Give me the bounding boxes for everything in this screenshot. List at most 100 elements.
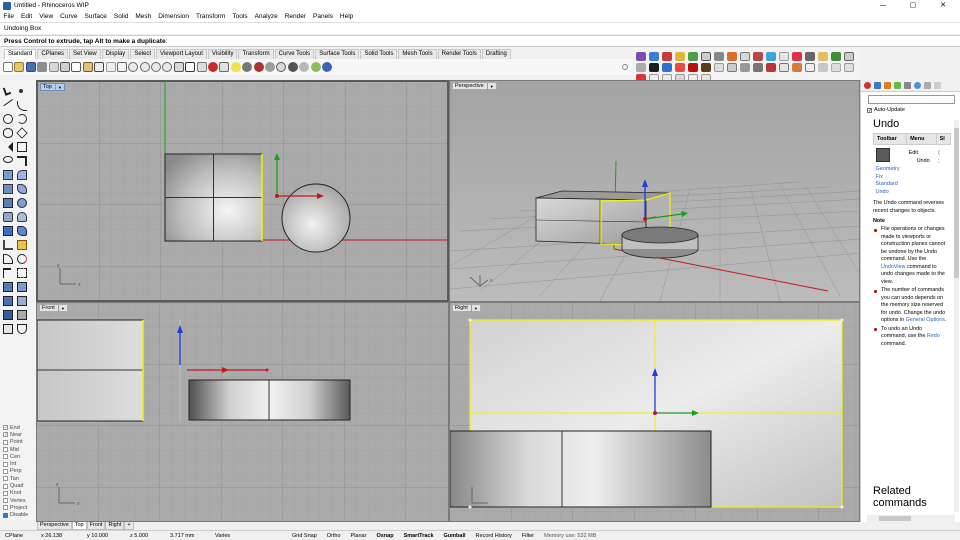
pan-icon[interactable] xyxy=(105,62,116,72)
boolean-icon[interactable] xyxy=(726,52,737,61)
close-button[interactable]: ✕ xyxy=(928,0,958,11)
menu-file[interactable]: File xyxy=(0,13,17,20)
chevron-down-icon[interactable]: ▼ xyxy=(57,304,65,312)
rotate-view-icon[interactable] xyxy=(173,62,184,72)
help-panel-icon[interactable] xyxy=(914,82,921,89)
cylinder-solid-icon[interactable] xyxy=(17,212,27,222)
rendered-sphere-icon[interactable] xyxy=(276,62,287,72)
zoom-icon[interactable] xyxy=(128,62,139,72)
status-planar[interactable]: Planar xyxy=(346,533,372,539)
sun-icon[interactable] xyxy=(791,52,802,61)
grasshopper-icon[interactable] xyxy=(830,52,841,61)
tab-mesh-tools[interactable]: Mesh Tools xyxy=(398,49,437,59)
right-viewport-canvas[interactable] xyxy=(450,303,860,522)
array-tool-icon[interactable] xyxy=(17,296,27,306)
tab-visibility[interactable]: Visibility xyxy=(207,49,238,59)
tab-drafting[interactable]: Drafting xyxy=(481,49,511,59)
group-tool-icon[interactable] xyxy=(3,296,13,306)
osnap-perp[interactable]: Perp xyxy=(0,468,36,475)
array-icon[interactable] xyxy=(700,52,711,61)
tab-render-tools[interactable]: Render Tools xyxy=(437,49,481,59)
link-geometry[interactable]: Geometry xyxy=(876,166,905,174)
sweep-surface-icon[interactable] xyxy=(17,184,27,194)
vptab-perspective[interactable]: Perspective xyxy=(37,522,72,530)
viewport-front[interactable]: x z Front ▼ xyxy=(36,302,449,522)
tab-display[interactable]: Display xyxy=(101,49,130,59)
front-viewport-canvas[interactable]: x z xyxy=(37,303,449,522)
select-arrow-icon[interactable] xyxy=(2,86,12,96)
scale-icon[interactable] xyxy=(17,310,27,320)
status-cplane[interactable]: CPlane xyxy=(0,533,36,539)
mirror-icon[interactable] xyxy=(3,310,13,320)
osnap-mid[interactable]: Mid xyxy=(0,446,36,453)
tab-transform[interactable]: Transform xyxy=(238,49,274,59)
section-icon[interactable] xyxy=(843,52,854,61)
tab-cplanes[interactable]: CPlanes xyxy=(37,49,69,59)
arc-icon[interactable] xyxy=(17,114,27,124)
render-preview-icon[interactable] xyxy=(765,52,776,61)
osnap-knot[interactable]: Knot xyxy=(0,490,36,497)
box-solid-icon[interactable] xyxy=(3,198,13,208)
link-general-options[interactable]: General Options xyxy=(906,317,945,323)
status-gumball[interactable]: Gumball xyxy=(439,533,471,539)
trim-tool-icon[interactable] xyxy=(3,268,11,278)
mesh-box-icon[interactable] xyxy=(3,212,13,222)
menu-transform[interactable]: Transform xyxy=(193,13,229,20)
vptab-top[interactable]: Top xyxy=(71,522,87,530)
menu-solid[interactable]: Solid xyxy=(110,13,131,20)
tab-viewport-layout[interactable]: Viewport Layout xyxy=(156,49,207,59)
materials-panel-icon[interactable] xyxy=(904,82,911,89)
chevron-down-icon[interactable]: ▼ xyxy=(54,83,62,91)
menu-mesh[interactable]: Mesh xyxy=(132,13,155,20)
open-icon[interactable] xyxy=(14,62,25,72)
boolean-union-icon[interactable] xyxy=(3,226,13,236)
help-vertical-scrollbar[interactable] xyxy=(954,120,959,512)
copy-icon[interactable] xyxy=(71,62,82,72)
menu-render[interactable]: Render xyxy=(281,13,309,20)
loft-surface-icon[interactable] xyxy=(17,170,27,180)
osnap-end[interactable]: ✓ End xyxy=(0,424,36,431)
boolean-difference-icon[interactable] xyxy=(17,226,27,236)
pipe-icon[interactable] xyxy=(700,63,711,72)
analyze-tool-icon[interactable] xyxy=(17,324,27,334)
help-horizontal-scrollbar[interactable] xyxy=(867,515,955,522)
link-standard[interactable]: Standard xyxy=(876,181,905,189)
blend-icon[interactable] xyxy=(817,63,828,72)
status-layer[interactable]: Varies xyxy=(210,533,287,539)
select-window-icon[interactable] xyxy=(116,62,127,72)
cube-icon[interactable] xyxy=(648,63,659,72)
osnap-icon[interactable] xyxy=(208,62,219,72)
rotate-icon[interactable] xyxy=(17,254,27,264)
environment-icon[interactable] xyxy=(310,62,321,72)
chevron-down-icon[interactable]: ▼ xyxy=(486,82,494,90)
explode-tool-icon[interactable] xyxy=(17,282,27,292)
osnap-vertex[interactable]: Vertex xyxy=(0,497,36,504)
scrollbar-thumb[interactable] xyxy=(879,516,911,521)
zoom-selected-icon[interactable] xyxy=(162,62,173,72)
save-icon[interactable] xyxy=(25,62,36,72)
match-icon[interactable] xyxy=(830,63,841,72)
viewport-title-right[interactable]: Right ▼ xyxy=(452,304,481,312)
box-icon[interactable] xyxy=(661,63,672,72)
cplane-icon[interactable] xyxy=(196,62,207,72)
circle-icon[interactable] xyxy=(3,114,13,124)
osnap-near[interactable]: ✓ Near xyxy=(0,431,36,438)
revolve-icon[interactable] xyxy=(765,63,776,72)
status-osnap[interactable]: Osnap xyxy=(371,533,398,539)
sphere-solid-icon[interactable] xyxy=(17,198,27,208)
curve-icon[interactable] xyxy=(17,101,27,111)
paste-icon[interactable] xyxy=(82,62,93,72)
layer-tool-icon[interactable] xyxy=(3,324,13,334)
status-ortho[interactable]: Ortho xyxy=(322,533,346,539)
link-undoview[interactable]: UndoView xyxy=(881,264,905,270)
material-icon[interactable] xyxy=(287,62,298,72)
perspective-viewport-canvas[interactable]: x xyxy=(450,81,860,302)
curve-red-icon[interactable] xyxy=(661,52,672,61)
cylinder-icon[interactable] xyxy=(687,63,698,72)
tab-solid-tools[interactable]: Solid Tools xyxy=(360,49,398,59)
viewport-title-front[interactable]: Front ▼ xyxy=(39,304,68,312)
analyze-icon[interactable] xyxy=(752,52,763,61)
status-smarttrack[interactable]: SmartTrack xyxy=(399,533,439,539)
menu-curve[interactable]: Curve xyxy=(57,13,81,20)
dimension-icon[interactable] xyxy=(739,52,750,61)
